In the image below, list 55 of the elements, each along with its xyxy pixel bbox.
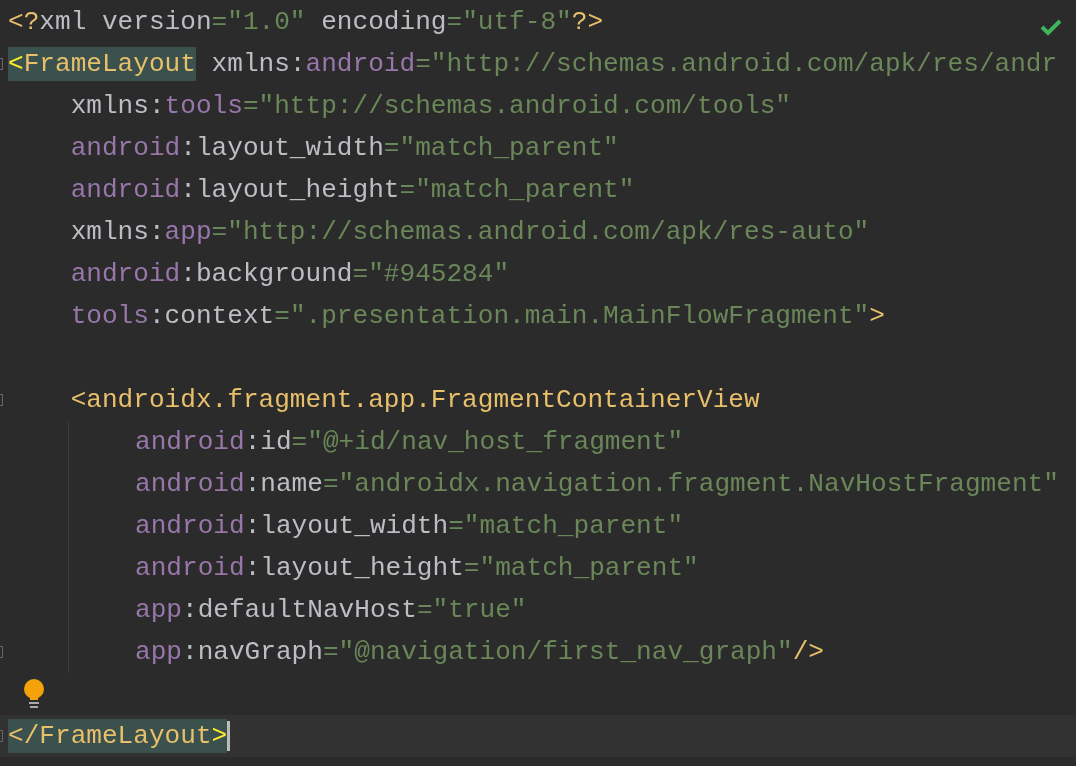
tag-name: > xyxy=(869,300,885,333)
namespace-prefix: tools xyxy=(69,300,149,333)
code-text: xmlns: xyxy=(69,90,165,123)
namespace-prefix: android xyxy=(305,48,416,81)
namespace-prefix: android xyxy=(69,132,181,165)
attribute-value: ="#945284" xyxy=(352,258,510,291)
tag-name: <androidx.fragment.app.FragmentContainerView xyxy=(69,384,760,417)
tag-name: </ xyxy=(8,719,40,753)
attribute-value: ="match_parent" xyxy=(383,132,619,165)
tag-name: FrameLayout xyxy=(23,47,196,81)
namespace-prefix: app xyxy=(135,594,182,627)
code-text: :layout_height xyxy=(244,552,464,585)
attribute-value: ="true" xyxy=(416,594,527,627)
attribute-value: ="match_parent" xyxy=(448,510,684,543)
namespace-prefix: android xyxy=(135,510,245,543)
code-text: :id xyxy=(244,426,292,459)
code-text: :layout_height xyxy=(180,174,400,207)
code-text: encoding xyxy=(320,6,447,39)
attribute-value: ="http://schemas.android.com/tools" xyxy=(242,90,791,123)
attribute-value: ="match_parent" xyxy=(463,552,699,585)
check-icon[interactable] xyxy=(1040,18,1062,36)
code-text: :navGraph xyxy=(182,636,323,669)
lightbulb-icon[interactable] xyxy=(22,679,46,709)
code-text: :context xyxy=(148,300,275,333)
namespace-prefix: android xyxy=(135,552,245,585)
code-text: xml version xyxy=(39,6,212,39)
namespace-prefix: app xyxy=(135,636,182,669)
namespace-prefix: tools xyxy=(164,90,243,123)
code-text: xmlns: xyxy=(210,48,306,81)
attribute-value: ="match_parent" xyxy=(399,174,635,207)
attribute-value: ="androidx.navigation.fragment.NavHostFragment" xyxy=(322,468,1059,501)
namespace-prefix: android xyxy=(135,468,245,501)
matched-bracket: < xyxy=(8,47,24,81)
xml-prolog-mark: <? xyxy=(8,6,40,39)
namespace-prefix: app xyxy=(164,216,212,249)
code-text: xmlns: xyxy=(69,216,165,249)
code-text: :name xyxy=(244,468,323,501)
code-text: :layout_width xyxy=(180,132,384,165)
attribute-value: =".presentation.main.MainFlowFragment" xyxy=(274,300,870,333)
xml-prolog-mark: ?> xyxy=(571,6,604,39)
code-text: :background xyxy=(180,258,353,291)
tag-name: /> xyxy=(792,636,824,669)
text-caret xyxy=(227,721,231,751)
attribute-value: ="1.0" xyxy=(211,6,306,39)
attribute-value: ="@+id/nav_host_fragment" xyxy=(291,426,684,459)
attribute-value: ="utf-8" xyxy=(446,6,572,39)
namespace-prefix: android xyxy=(135,426,245,459)
code-text: :defaultNavHost xyxy=(182,594,417,627)
tag-name: FrameLayout xyxy=(39,719,212,753)
code-text: :layout_width xyxy=(244,510,449,543)
attribute-value: ="http://schemas.android.com/apk/res/andr xyxy=(415,48,1058,81)
namespace-prefix: android xyxy=(69,258,181,291)
attribute-value: ="http://schemas.android.com/apk/res-auto" xyxy=(211,216,870,249)
namespace-prefix: android xyxy=(69,174,181,207)
attribute-value: ="@navigation/first_nav_graph" xyxy=(322,636,793,669)
